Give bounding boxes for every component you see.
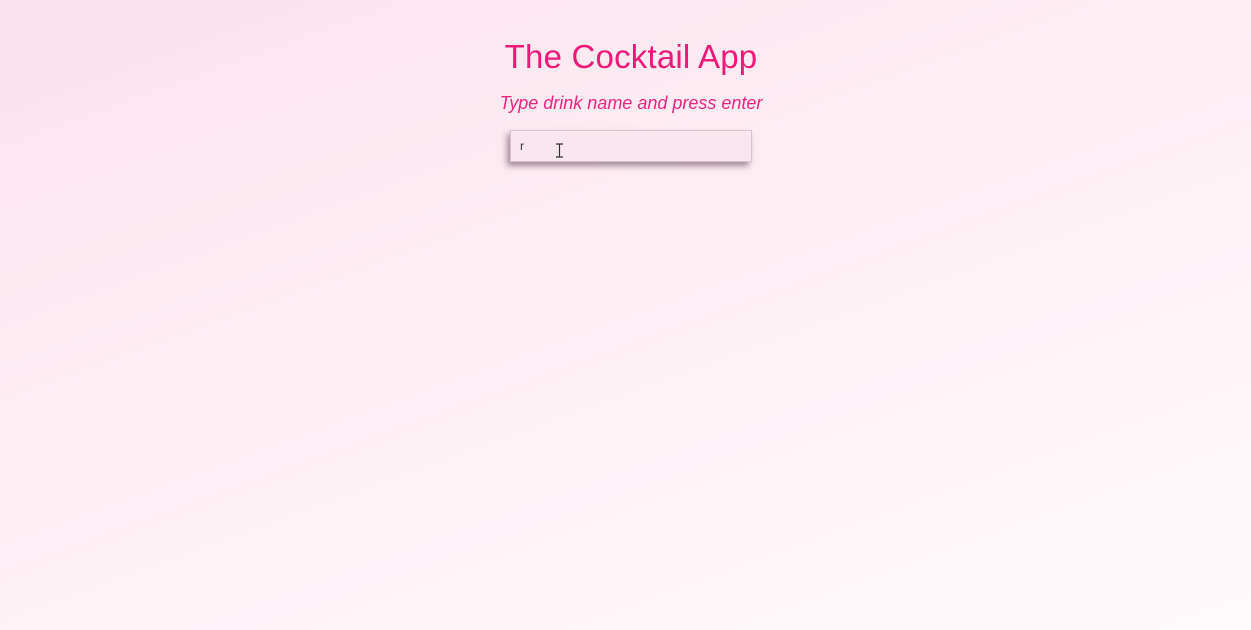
page-title: The Cocktail App bbox=[504, 38, 758, 75]
search-container bbox=[510, 130, 752, 162]
drink-search-input[interactable] bbox=[510, 130, 752, 162]
page-subtitle: Type drink name and press enter bbox=[499, 93, 763, 113]
